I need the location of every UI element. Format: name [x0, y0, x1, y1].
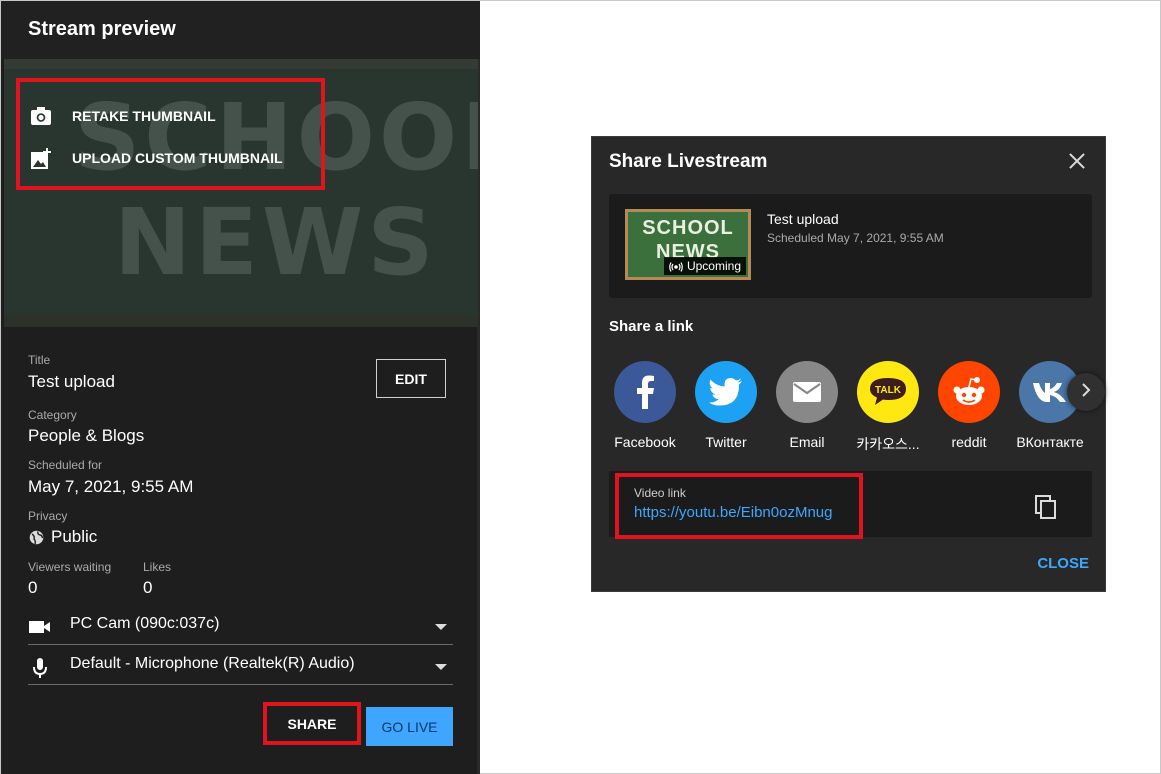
title-label: Title: [28, 353, 51, 367]
retake-thumbnail-button[interactable]: RETAKE THUMBNAIL: [30, 106, 216, 126]
share-email-button[interactable]: Email: [772, 361, 842, 450]
go-live-button[interactable]: GO LIVE: [366, 707, 453, 746]
privacy-value: Public: [51, 527, 98, 546]
share-twitter-label: Twitter: [705, 434, 747, 450]
svg-text:TALK: TALK: [875, 385, 902, 396]
share-reddit-label: reddit: [951, 434, 987, 450]
upload-custom-thumbnail-button[interactable]: UPLOAD CUSTOM THUMBNAIL: [30, 148, 283, 169]
email-icon: [776, 361, 838, 423]
likes-value: 0: [143, 578, 153, 597]
edit-button[interactable]: EDIT: [376, 359, 446, 398]
video-thumbnail: SCHOOL NEWS Upcoming: [625, 209, 751, 280]
scheduled-label: Scheduled for: [28, 458, 103, 472]
category-value: People & Blogs: [28, 426, 145, 445]
likes-label: Likes: [143, 560, 172, 574]
share-button-highlight: SHARE: [263, 702, 361, 745]
share-vk-label: ВКонтакте: [1016, 434, 1084, 450]
add-photo-icon: [30, 148, 52, 169]
video-title: Test upload: [767, 211, 839, 227]
video-link-label: Video link: [634, 486, 686, 500]
close-button[interactable]: CLOSE: [1037, 555, 1089, 572]
chevron-down-icon: [435, 664, 447, 670]
share-facebook-button[interactable]: Facebook: [610, 361, 680, 450]
upcoming-badge: Upcoming: [663, 257, 746, 275]
stream-preview-title: Stream preview: [28, 18, 176, 40]
chevron-down-icon: [435, 624, 447, 630]
upload-custom-thumbnail-label: UPLOAD CUSTOM THUMBNAIL: [72, 150, 283, 166]
globe-icon: [29, 530, 44, 545]
video-scheduled: Scheduled May 7, 2021, 9:55 AM: [767, 231, 944, 245]
share-a-link-heading: Share a link: [609, 318, 694, 335]
copy-icon[interactable]: [1035, 495, 1057, 519]
thumbnail-chalk-text-2: NEWS: [114, 189, 438, 296]
microphone-select[interactable]: Default - Microphone (Realtek(R) Audio): [28, 651, 453, 685]
video-thumbnail-text-1: SCHOOL: [642, 217, 734, 239]
close-icon[interactable]: [1067, 151, 1087, 171]
chalkboard-frame-top: [4, 59, 478, 69]
microphone-icon: [28, 657, 52, 678]
next-arrow-button[interactable]: [1067, 373, 1105, 411]
share-reddit-button[interactable]: reddit: [934, 361, 1004, 450]
camera-select[interactable]: PC Cam (090c:037c): [28, 611, 453, 645]
screenshot-root: Stream preview SCHOOL NEWS RETAKE THUMBN…: [0, 0, 1161, 774]
share-kakao-button[interactable]: TALK 카카오스...: [853, 361, 923, 454]
title-value: Test upload: [28, 372, 115, 391]
camera-select-value: PC Cam (090c:037c): [70, 615, 220, 632]
facebook-icon: [614, 361, 676, 423]
microphone-select-value: Default - Microphone (Realtek(R) Audio): [70, 655, 355, 672]
privacy-label: Privacy: [28, 509, 68, 523]
reddit-icon: [938, 361, 1000, 423]
video-card: SCHOOL NEWS Upcoming Test upload Schedul…: [609, 194, 1092, 298]
twitter-icon: [695, 361, 757, 423]
stream-preview-header: Stream preview: [1, 1, 480, 59]
viewers-waiting-value: 0: [28, 578, 38, 597]
stream-preview-panel: Stream preview SCHOOL NEWS RETAKE THUMBN…: [1, 1, 480, 774]
video-link-url[interactable]: https://youtu.be/Eibn0ozMnug: [634, 504, 832, 521]
scheduled-value: May 7, 2021, 9:55 AM: [28, 477, 194, 496]
share-kakao-label: 카카오스...: [856, 436, 920, 452]
retake-thumbnail-label: RETAKE THUMBNAIL: [72, 108, 216, 124]
category-label: Category: [28, 408, 77, 422]
share-email-label: Email: [789, 434, 825, 450]
broadcast-icon: [669, 261, 683, 272]
chevron-right-icon: [1081, 382, 1091, 402]
upcoming-badge-label: Upcoming: [686, 259, 741, 273]
videocam-icon: [28, 617, 52, 637]
share-facebook-label: Facebook: [614, 434, 676, 450]
viewers-waiting-label: Viewers waiting: [28, 560, 112, 574]
dialog-title: Share Livestream: [609, 151, 768, 172]
share-twitter-button[interactable]: Twitter: [691, 361, 761, 450]
share-livestream-dialog: Share Livestream SCHOOL NEWS Upcoming Te…: [591, 136, 1106, 592]
chalkboard-frame-bottom: [4, 315, 478, 327]
camera-icon: [30, 106, 52, 126]
kakaotalk-icon: TALK: [857, 361, 919, 423]
thumbnail-actions-highlight: RETAKE THUMBNAIL UPLOAD CUSTOM THUMBNAIL: [16, 78, 325, 190]
share-button[interactable]: SHARE: [267, 706, 357, 741]
